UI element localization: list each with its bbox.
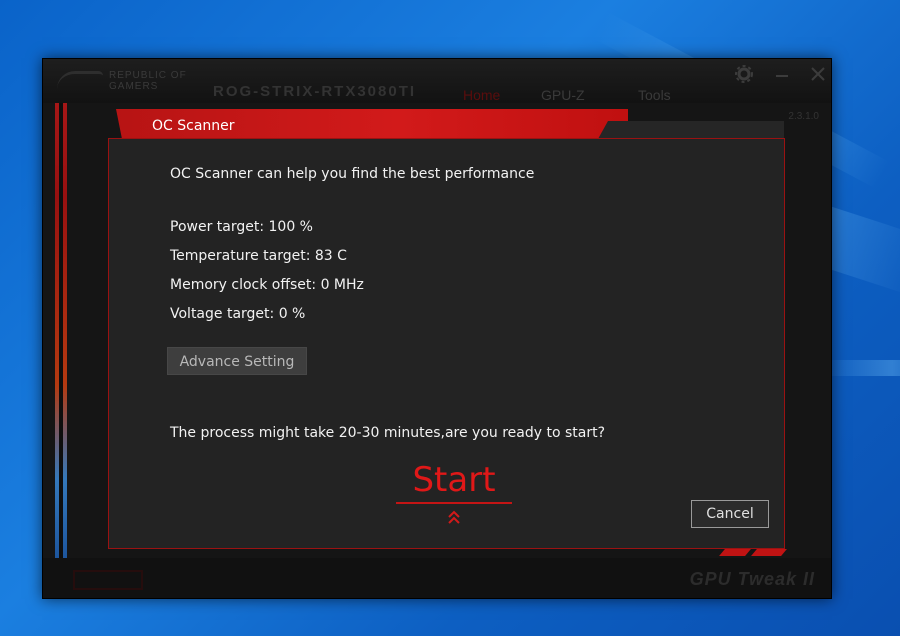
stripe (719, 549, 751, 556)
double-chevron-up-icon (444, 508, 464, 528)
memory-clock-offset-text: Memory clock offset: 0 MHz (170, 277, 364, 293)
rog-eye-icon (57, 71, 103, 89)
gpu-model-name: ROG-STRIX-RTX3080TI (213, 83, 417, 100)
cancel-button[interactable]: Cancel (691, 500, 769, 528)
rail-inner (59, 103, 63, 573)
tab-tools[interactable]: Tools (638, 87, 671, 103)
rog-logo: REPUBLIC OF GAMERS (57, 67, 207, 95)
dialog-title: OC Scanner (152, 118, 235, 134)
dialog-header-notch (598, 121, 784, 139)
power-target-text: Power target: 100 % (170, 219, 313, 235)
close-icon[interactable] (807, 65, 829, 87)
version-text: 2.3.1.0 (788, 111, 819, 122)
gear-icon[interactable] (733, 65, 755, 87)
process-question-text: The process might take 20-30 minutes,are… (170, 425, 606, 441)
dialog-corner-stripes (716, 549, 787, 557)
app-titlebar: REPUBLIC OF GAMERS ROG-STRIX-RTX3080TI H… (43, 59, 831, 103)
left-accent-rail (55, 103, 67, 573)
gpu-tweak-watermark: GPU Tweak II (689, 569, 815, 589)
minimize-icon[interactable] (771, 65, 793, 87)
stripe (751, 549, 787, 556)
voltage-target-text: Voltage target: 0 % (170, 306, 306, 322)
tab-home[interactable]: Home (463, 87, 500, 103)
dialog-intro-text: OC Scanner can help you find the best pe… (170, 166, 535, 182)
temperature-target-text: Temperature target: 83 C (170, 248, 347, 264)
advance-setting-button[interactable]: Advance Setting (167, 347, 307, 375)
desktop-light-streak (820, 360, 900, 376)
app-bottom-bar: GPU Tweak II (43, 558, 831, 598)
bottom-logo (73, 570, 143, 590)
tab-gpu-z[interactable]: GPU-Z (541, 87, 585, 103)
brand-text: REPUBLIC OF GAMERS (109, 70, 187, 92)
start-button[interactable]: Start (396, 458, 512, 504)
